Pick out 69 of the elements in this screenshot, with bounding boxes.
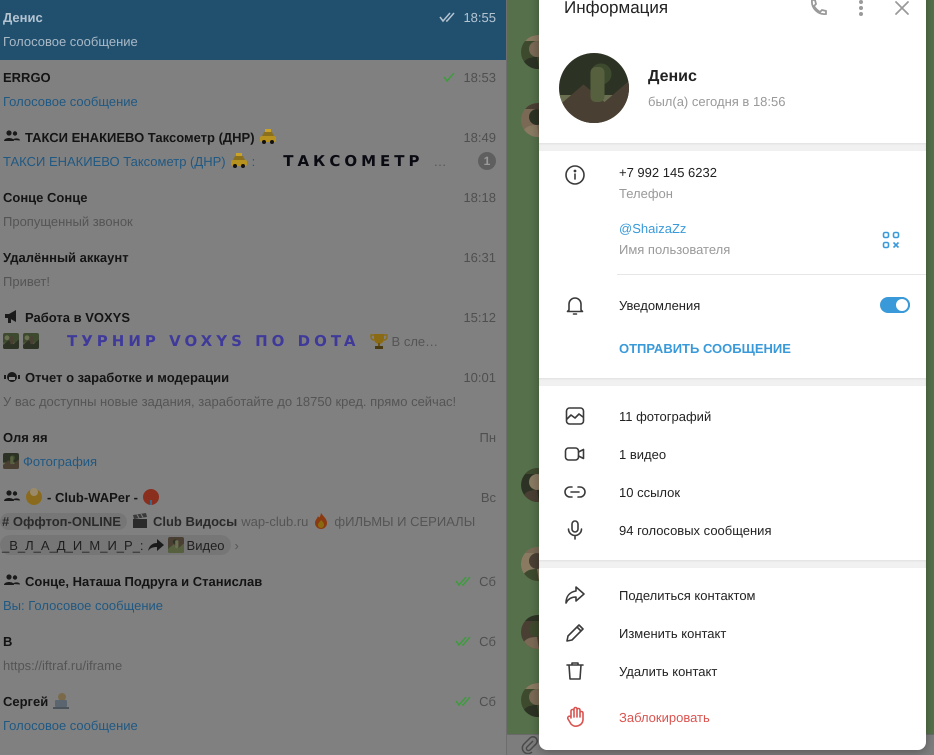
chat-name: Сонце Сонце (3, 190, 88, 204)
panel-title: Информация (564, 0, 668, 18)
share-arrow-icon (563, 583, 587, 607)
image-icon (563, 404, 587, 428)
last-seen: был(а) сегодня в 18:56 (648, 94, 786, 108)
phone-number: +7 992 145 6232 (619, 164, 717, 182)
media-item[interactable]: 94 голосовых сообщения (539, 511, 926, 549)
username-link[interactable]: @ShaizaZz (619, 219, 730, 238)
chat-name: ТАКСИ ЕНАКИЕВО Таксометр (ДНР) (25, 130, 255, 144)
preview-text: : (252, 154, 256, 168)
chat-name: Работа в VOXYS (25, 310, 130, 324)
chat-name: Оля яя (3, 430, 48, 444)
chat-row[interactable]: Денис 18:55 Голосовое сообщение (0, 0, 506, 60)
clapper-icon (130, 512, 149, 530)
preview-text: Голосовое сообщение (3, 34, 138, 48)
qr-code-icon[interactable] (882, 230, 900, 248)
chat-name: Отчет о заработке и модерации (25, 370, 230, 384)
chat-name: ERRGO (3, 70, 51, 84)
preview-text: … (433, 154, 446, 168)
double-check-icon (439, 11, 456, 23)
preview-text: ТАКСИ ЕНАКИЕВО Таксометр (ДНР) (3, 154, 226, 168)
double-check-icon (455, 635, 472, 647)
topic-name: Club Видосы (152, 514, 238, 528)
preview-text: Видео (186, 538, 225, 552)
close-icon[interactable] (894, 0, 910, 16)
styled-text: ТУРНИР VOXYS ПО DOTA (67, 332, 360, 350)
topic-name: # Оффтоп-ONLINE (2, 514, 121, 528)
chat-name: Удалённый аккаунт (3, 250, 129, 264)
preview-text: › (234, 538, 239, 552)
emoji-icon (142, 488, 160, 506)
field-label: Телефон (619, 185, 674, 203)
action-item[interactable]: Заблокировать (539, 698, 926, 736)
chat-time: 18:55 (463, 10, 496, 24)
preview-text: _В_Л_А_Д_И_М_И_Р_: (2, 538, 144, 552)
preview-text: Вы: Голосовое сообщение (3, 598, 164, 612)
action-item[interactable]: Удалить контакт (539, 652, 926, 690)
chat-name: Сергей (3, 694, 48, 708)
styled-text: ТАКСОМЕТР (283, 152, 424, 170)
more-icon[interactable] (858, 0, 864, 18)
notifications-label: Уведомления (619, 298, 700, 312)
paperclip-icon[interactable] (521, 736, 539, 754)
action-item[interactable]: Изменить контакт (539, 614, 926, 652)
forward-arrow-icon (146, 536, 165, 554)
preview-text: Голосовое сообщение (3, 718, 138, 732)
toggle-switch[interactable] (880, 297, 910, 313)
chat-name: - Club-WAPer - (47, 490, 138, 504)
media-item[interactable]: 10 ссылок (539, 473, 926, 511)
double-check-icon (455, 575, 472, 587)
double-check-icon (455, 695, 472, 707)
taxi-icon (258, 128, 277, 146)
media-item[interactable]: 1 видео (539, 435, 926, 473)
laptop-icon (52, 692, 70, 710)
pencil-icon (563, 621, 587, 645)
media-item[interactable]: 11 фотографий (539, 397, 926, 435)
chat-name: В (3, 634, 12, 648)
taxi-icon (230, 152, 248, 170)
check-icon (442, 71, 456, 83)
info-icon (563, 163, 587, 187)
chat-name: Денис (3, 10, 43, 24)
trophy-icon (370, 332, 388, 350)
contact-name: Денис (648, 68, 698, 86)
unread-badge: 1 (478, 152, 496, 170)
emoji-icon (25, 488, 43, 506)
action-item[interactable]: Поделиться контактом (539, 576, 926, 614)
field-label: Имя пользователя (619, 241, 730, 259)
chat-name: Сонце, Наташа Подруга и Станислав (25, 574, 262, 588)
preview-text: Голосовое сообщение (3, 94, 138, 108)
preview-text: Фотография (23, 454, 98, 468)
phone-icon[interactable] (808, 0, 828, 18)
